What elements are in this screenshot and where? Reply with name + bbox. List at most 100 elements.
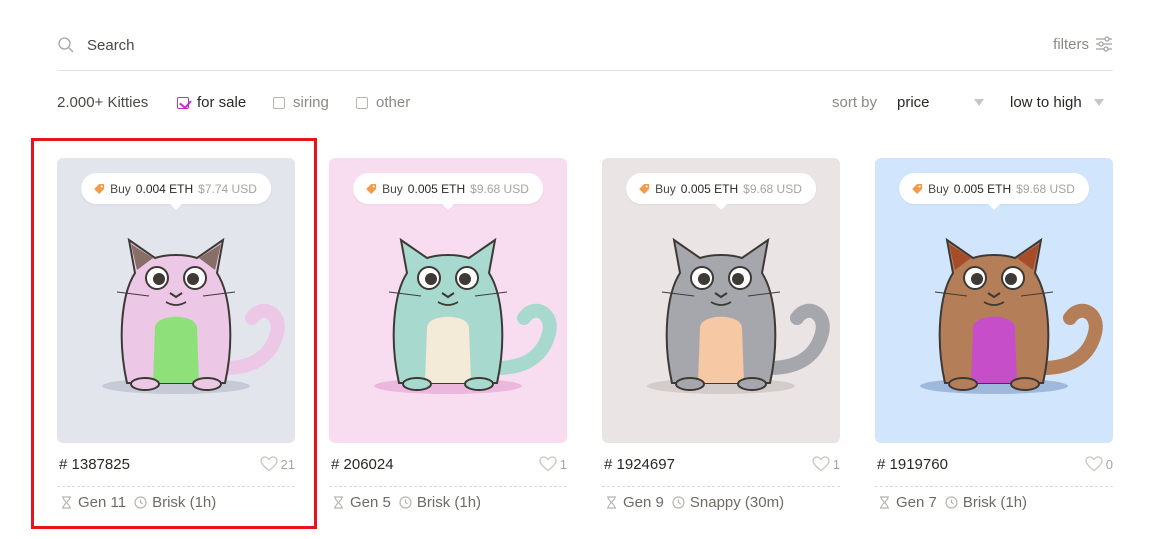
checkbox-icon[interactable] — [273, 96, 285, 109]
like-count: 1 — [559, 456, 567, 472]
generation: Gen 9 — [605, 494, 664, 511]
kitty-meta: Gen 7 Brisk (1h) — [875, 487, 1113, 517]
sliders-icon — [1096, 36, 1112, 52]
cooldown-label: Snappy (30m) — [689, 493, 785, 511]
like-count: 1 — [832, 456, 840, 472]
buy-label: Buy — [110, 181, 131, 196]
kitty-card[interactable]: Buy 0.005 ETH $9.68 USD # 1919760 0 Gen … — [875, 158, 1113, 517]
price-eth: 0.005 ETH — [953, 181, 1012, 196]
kitty-image — [920, 237, 1103, 394]
sort-field-value: price — [897, 94, 930, 111]
like-button[interactable]: 1 — [812, 456, 840, 472]
kitty-count: 2.000+ Kitties — [57, 94, 149, 111]
generation-label: Gen 11 — [78, 493, 127, 511]
kitty-image-area[interactable]: Buy 0.004 ETH $7.74 USD — [57, 158, 295, 443]
filters-label: filters — [1053, 35, 1089, 53]
kitty-id[interactable]: # 1924697 — [604, 456, 675, 473]
price-usd: $9.68 USD — [470, 181, 529, 196]
kitty-id-row: # 206024 1 — [329, 453, 567, 487]
kitty-id[interactable]: # 1387825 — [59, 456, 130, 473]
filter-label: for sale — [197, 94, 247, 111]
price-bubble[interactable]: Buy 0.005 ETH $9.68 USD — [899, 173, 1089, 210]
generation-label: Gen 5 — [350, 493, 391, 511]
clock-icon — [672, 495, 685, 509]
sort-by-label: sort by — [832, 94, 878, 111]
cooldown: Brisk (1h) — [399, 494, 481, 511]
cooldown: Snappy (30m) — [672, 494, 784, 511]
kitty-card[interactable]: Buy 0.004 ETH $7.74 USD # 1387825 21 Gen… — [57, 158, 295, 517]
like-button[interactable]: 21 — [259, 456, 295, 472]
price-usd: $9.68 USD — [743, 181, 802, 196]
like-count: 21 — [280, 456, 295, 472]
kitty-card[interactable]: Buy 0.005 ETH $9.68 USD # 1924697 1 Gen … — [602, 158, 840, 517]
sort-field-select[interactable]: price — [897, 94, 984, 111]
like-button[interactable]: 0 — [1085, 456, 1113, 472]
price-tag-icon — [639, 183, 650, 194]
like-count: 0 — [1105, 456, 1113, 472]
kitty-image — [374, 237, 557, 394]
like-button[interactable]: 1 — [539, 456, 567, 472]
hourglass-icon — [62, 495, 71, 509]
cooldown-label: Brisk (1h) — [962, 493, 1028, 511]
filters-button[interactable]: filters — [1053, 35, 1113, 53]
heart-icon — [539, 456, 557, 472]
cooldown-label: Brisk (1h) — [416, 493, 482, 511]
cooldown-label: Brisk (1h) — [152, 493, 217, 511]
price-usd: $7.74 USD — [198, 181, 257, 196]
hourglass-icon — [334, 495, 343, 509]
filter-siring[interactable]: siring — [273, 94, 329, 111]
generation-label: Gen 9 — [623, 493, 664, 511]
checkbox-icon[interactable] — [356, 96, 368, 109]
kitty-image-area[interactable]: Buy 0.005 ETH $9.68 USD — [602, 158, 840, 443]
chevron-down-icon — [973, 99, 984, 106]
kitty-id[interactable]: # 1919760 — [877, 456, 948, 473]
kitty-image-area[interactable]: Buy 0.005 ETH $9.68 USD — [329, 158, 567, 443]
generation: Gen 11 — [60, 494, 126, 511]
price-eth: 0.005 ETH — [407, 181, 466, 196]
kitty-card[interactable]: Buy 0.005 ETH $9.68 USD # 206024 1 Gen 5… — [329, 158, 567, 517]
kitty-meta: Gen 11 Brisk (1h) — [57, 487, 295, 517]
price-usd: $9.68 USD — [1016, 181, 1075, 196]
generation: Gen 5 — [332, 494, 391, 511]
kitty-meta: Gen 9 Snappy (30m) — [602, 487, 840, 517]
filter-for-sale[interactable]: for sale — [177, 94, 246, 111]
filter-label: other — [376, 94, 411, 111]
checkbox-checked-icon[interactable] — [177, 96, 189, 109]
price-tag-icon — [94, 183, 105, 194]
clock-icon — [945, 495, 958, 509]
kitty-image-area[interactable]: Buy 0.005 ETH $9.68 USD — [875, 158, 1113, 443]
sort-order-select[interactable]: low to high — [1010, 94, 1104, 111]
price-bubble[interactable]: Buy 0.004 ETH $7.74 USD — [81, 173, 271, 210]
price-bubble[interactable]: Buy 0.005 ETH $9.68 USD — [353, 173, 543, 210]
hourglass-icon — [607, 495, 616, 509]
clock-icon — [134, 495, 147, 509]
heart-icon — [259, 456, 278, 472]
buy-label: Buy — [655, 181, 676, 196]
kitty-id-row: # 1924697 1 — [602, 453, 840, 487]
generation: Gen 7 — [878, 494, 937, 511]
kitty-meta: Gen 5 Brisk (1h) — [329, 487, 567, 517]
price-eth: 0.005 ETH — [680, 181, 739, 196]
kitty-image — [647, 237, 830, 394]
clock-icon — [399, 495, 412, 509]
filter-row: 2.000+ Kitties for sale siring other sor… — [57, 94, 1113, 114]
sort-order-value: low to high — [1010, 94, 1082, 111]
heart-icon — [1085, 456, 1103, 472]
filter-label: siring — [293, 94, 329, 111]
kitty-id-row: # 1919760 0 — [875, 453, 1113, 487]
generation-label: Gen 7 — [896, 493, 937, 511]
buy-label: Buy — [382, 181, 403, 196]
price-bubble[interactable]: Buy 0.005 ETH $9.68 USD — [626, 173, 816, 210]
search-input[interactable]: Search — [87, 37, 135, 54]
kitty-id[interactable]: # 206024 — [331, 456, 394, 473]
chevron-down-icon — [1093, 99, 1104, 106]
price-tag-icon — [912, 183, 923, 194]
filter-other[interactable]: other — [356, 94, 410, 111]
search-icon — [58, 37, 74, 53]
cooldown: Brisk (1h) — [134, 494, 216, 511]
kitty-image — [102, 237, 285, 394]
cooldown: Brisk (1h) — [945, 494, 1027, 511]
hourglass-icon — [880, 495, 889, 509]
search-bar[interactable]: Search filters — [57, 26, 1113, 71]
kitty-id-row: # 1387825 21 — [57, 453, 295, 487]
